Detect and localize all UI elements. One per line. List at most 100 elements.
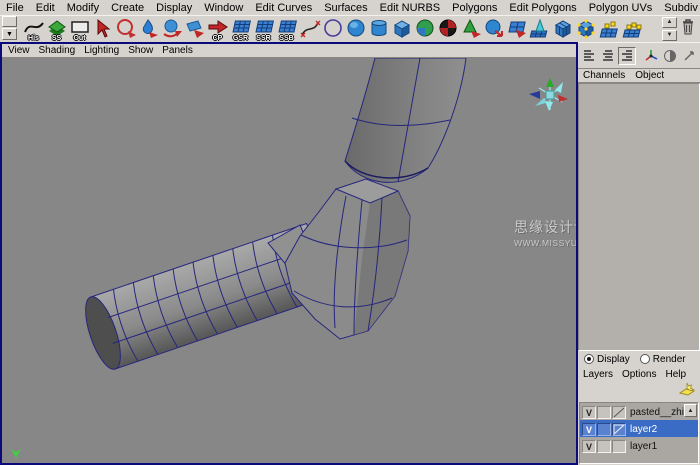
- gsr-surface-icon[interactable]: GSR: [229, 16, 252, 42]
- menu-edit-nurbs[interactable]: Edit NURBS: [374, 1, 447, 15]
- channel-layout-3-icon[interactable]: [618, 47, 636, 65]
- maya-window: File Edit Modify Create Display Window E…: [0, 0, 700, 465]
- curve-duplicate-icon[interactable]: [298, 16, 321, 42]
- vp-menu-view[interactable]: View: [5, 45, 36, 56]
- menu-file[interactable]: File: [0, 1, 30, 15]
- menu-layer-help[interactable]: Help: [665, 369, 686, 380]
- layer-list-scroll-up-button[interactable]: ▲: [684, 404, 697, 417]
- axis-indicator-icon: [11, 449, 21, 458]
- plane-project-icon[interactable]: [505, 16, 528, 42]
- layer-row-layer2[interactable]: V layer2: [580, 420, 698, 437]
- trash-icon[interactable]: [681, 18, 695, 40]
- layer-playback-toggle[interactable]: [597, 423, 611, 436]
- select-tool-icon[interactable]: [91, 16, 114, 42]
- cone-project-icon[interactable]: [459, 16, 482, 42]
- poly-vertex-cube-icon[interactable]: [574, 16, 597, 42]
- layer-list: V pasted__zhizhizhi V layer2 V: [579, 402, 699, 464]
- menu-layers[interactable]: Layers: [583, 369, 613, 380]
- menu-display[interactable]: Display: [150, 1, 198, 15]
- layer-name[interactable]: layer2: [627, 424, 657, 435]
- rotate-tool-icon[interactable]: [160, 16, 183, 42]
- shelf-tab-button[interactable]: [2, 16, 17, 27]
- ssb-surface-icon[interactable]: SSB: [275, 16, 298, 42]
- tab-channels[interactable]: Channels: [583, 70, 625, 81]
- layer-visibility-toggle[interactable]: V: [582, 423, 596, 436]
- layer-editor: Display Render Layers Options Help V: [578, 351, 700, 465]
- render-radio[interactable]: Render: [640, 354, 686, 365]
- channel-layout-1-icon[interactable]: [580, 47, 598, 65]
- menu-polygons[interactable]: Polygons: [446, 1, 503, 15]
- viewport-canvas[interactable]: 思缘设计论坛 WWW.MISSYUAN.COM: [2, 58, 576, 463]
- layer-visibility-toggle[interactable]: V: [582, 406, 596, 419]
- layer-row-pasted[interactable]: V pasted__zhizhizhi: [580, 403, 698, 420]
- layer-type-toggle[interactable]: [612, 406, 626, 419]
- speed-toggle-icon[interactable]: [661, 47, 679, 65]
- menu-create[interactable]: Create: [105, 1, 150, 15]
- manipulator-axis-icon[interactable]: [642, 47, 660, 65]
- manipulator-edit-icon[interactable]: [680, 47, 698, 65]
- layer-visibility-toggle[interactable]: V: [582, 440, 596, 453]
- display-radio-label: Display: [597, 354, 630, 365]
- create-layer-icon[interactable]: [678, 381, 696, 402]
- viewport-menubar: View Shading Lighting Show Panels: [2, 44, 576, 58]
- channel-box-panel: Channels Object Display Render Layers Op…: [578, 42, 700, 465]
- nurbs-cube-icon[interactable]: [390, 16, 413, 42]
- nurbs-circle-icon[interactable]: [321, 16, 344, 42]
- elbow-segment[interactable]: [285, 179, 410, 339]
- paint-select-icon[interactable]: [137, 16, 160, 42]
- nurbs-cylinder-icon[interactable]: [367, 16, 390, 42]
- vp-menu-shading[interactable]: Shading: [36, 45, 82, 56]
- perspective-viewport[interactable]: View Shading Lighting Show Panels: [0, 42, 578, 465]
- 3d-model-scene: [2, 58, 576, 463]
- menu-edit[interactable]: Edit: [30, 1, 61, 15]
- shelf-dropdown-button[interactable]: ▼: [2, 28, 17, 40]
- menu-subdiv-surfaces[interactable]: Subdiv Surfaces: [658, 1, 700, 15]
- layer-type-toggle[interactable]: [612, 440, 626, 453]
- outliner-icon[interactable]: Out: [68, 16, 91, 42]
- menu-edit-curves[interactable]: Edit Curves: [249, 1, 318, 15]
- view-compass-icon[interactable]: [529, 78, 568, 111]
- menu-options[interactable]: Options: [622, 369, 656, 380]
- render-radio-circle[interactable]: [640, 354, 650, 364]
- menu-modify[interactable]: Modify: [61, 1, 105, 15]
- menu-edit-polygons[interactable]: Edit Polygons: [503, 1, 582, 15]
- channel-box-tabs: Channels Object: [578, 68, 700, 83]
- layer-editor-menubar: Layers Options Help: [578, 367, 700, 381]
- layer-playback-toggle[interactable]: [597, 406, 611, 419]
- poly-grid-cube-icon[interactable]: [551, 16, 574, 42]
- nurbs-sphere-icon[interactable]: [344, 16, 367, 42]
- shelf-scroll-up-button[interactable]: ▲: [662, 17, 677, 28]
- vp-menu-show[interactable]: Show: [125, 45, 159, 56]
- menu-window[interactable]: Window: [198, 1, 249, 15]
- vp-menu-panels[interactable]: Panels: [159, 45, 199, 56]
- shelf-scroll-buttons: ▲ ▼: [662, 17, 677, 41]
- ssr-surface-icon[interactable]: SSR: [252, 16, 275, 42]
- channel-box-toolbar: [578, 43, 700, 68]
- display-radio[interactable]: Display: [584, 354, 630, 365]
- smooth-shade-icon[interactable]: SS: [45, 16, 68, 42]
- channel-layout-2-icon[interactable]: [599, 47, 617, 65]
- layer-type-toggle[interactable]: [612, 423, 626, 436]
- tab-object[interactable]: Object: [635, 70, 664, 81]
- upper-tube-segment[interactable]: [345, 58, 466, 182]
- shelf-toolbar: ▼ His SS Out: [0, 15, 700, 42]
- grid-objects-icon[interactable]: [597, 16, 620, 42]
- shelf-scroll-down-button[interactable]: ▼: [662, 30, 677, 41]
- cone-on-plane-icon[interactable]: [528, 16, 551, 42]
- sphere-project-icon[interactable]: [482, 16, 505, 42]
- layer-row-layer1[interactable]: V layer1: [580, 437, 698, 454]
- grid-objects-alt-icon[interactable]: [620, 16, 643, 42]
- checker-sphere-icon[interactable]: [436, 16, 459, 42]
- history-icon[interactable]: His: [22, 16, 45, 42]
- vp-menu-lighting[interactable]: Lighting: [81, 45, 125, 56]
- layer-name[interactable]: layer1: [627, 441, 657, 452]
- move-tool-icon[interactable]: [183, 16, 206, 42]
- shaded-sphere-icon[interactable]: [413, 16, 436, 42]
- lasso-tool-icon[interactable]: [114, 16, 137, 42]
- layer-playback-toggle[interactable]: [597, 440, 611, 453]
- display-radio-circle[interactable]: [584, 354, 594, 364]
- channel-list-area[interactable]: [578, 83, 700, 351]
- menu-polygon-uvs[interactable]: Polygon UVs: [583, 1, 659, 15]
- menu-surfaces[interactable]: Surfaces: [318, 1, 373, 15]
- cp-tool-icon[interactable]: CP: [206, 16, 229, 42]
